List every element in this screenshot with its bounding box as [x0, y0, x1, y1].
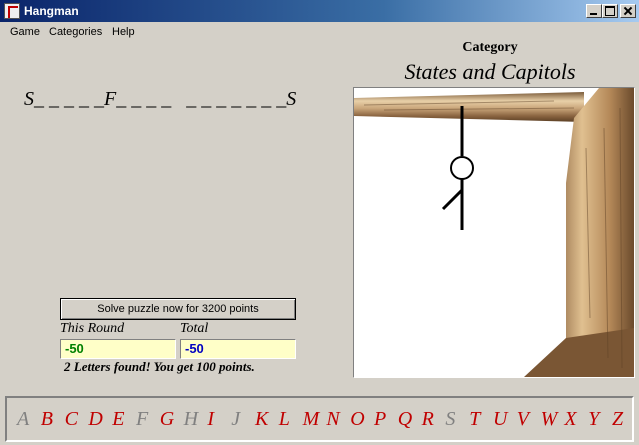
minimize-button[interactable]	[586, 4, 602, 18]
letter-z-button[interactable]: Z	[612, 408, 623, 431]
letter-d-button[interactable]: D	[88, 408, 102, 431]
title-bar: Hangman	[0, 0, 639, 22]
close-button[interactable]	[620, 4, 636, 18]
maximize-button[interactable]	[602, 4, 618, 18]
letter-t-button[interactable]: T	[469, 408, 480, 431]
letter-v-button[interactable]: V	[517, 408, 529, 431]
puzzle-display: S_ _ _ _ _F_ _ _ _ _ _ _ _ _ _ _S	[24, 88, 297, 110]
letter-y-button[interactable]: Y	[588, 408, 599, 431]
solve-puzzle-button[interactable]: Solve puzzle now for 3200 points	[60, 298, 296, 320]
letter-p-button[interactable]: P	[374, 408, 386, 431]
letter-r-button[interactable]: R	[422, 408, 434, 431]
letter-f-button: F	[136, 408, 149, 430]
app-icon	[4, 3, 20, 19]
category-label: Category	[462, 40, 518, 55]
letter-j-button: J	[231, 408, 241, 430]
letter-h-button: H	[183, 408, 199, 430]
letter-o-button[interactable]: O	[350, 408, 364, 431]
letter-k-button[interactable]: K	[255, 408, 268, 431]
letter-w-button[interactable]: W	[541, 408, 558, 431]
letter-e-button[interactable]: E	[112, 408, 124, 431]
round-score-field: -50	[60, 339, 176, 359]
gallows-panel	[353, 87, 635, 378]
letter-g-button[interactable]: G	[160, 408, 174, 431]
letter-a-button: A	[17, 408, 30, 430]
gallows-drawing	[354, 88, 634, 377]
status-message: 2 Letters found! You get 100 points.	[64, 359, 255, 374]
letter-q-button[interactable]: Q	[398, 408, 412, 431]
category-name: States and Capitols	[404, 59, 576, 84]
letter-c-button[interactable]: C	[65, 408, 78, 431]
letter-i-button[interactable]: I	[207, 408, 214, 431]
hangman-head	[450, 156, 474, 180]
letter-n-button[interactable]: N	[326, 408, 339, 431]
letter-l-button[interactable]: L	[279, 408, 290, 431]
menu-help[interactable]: Help	[112, 26, 135, 38]
menu-game[interactable]: Game	[10, 26, 40, 38]
gallows-beam	[354, 92, 584, 122]
total-score-label: Total	[180, 321, 209, 336]
letter-u-button[interactable]: U	[493, 408, 507, 431]
round-score-label: This Round	[60, 321, 125, 336]
hangman-left-arm	[441, 188, 464, 211]
total-score-field: -50	[180, 339, 296, 359]
alphabet-panel: ABCDEFGHIJKLMNOPQRSTUVWXYZ	[5, 396, 634, 442]
letter-b-button[interactable]: B	[41, 408, 53, 431]
menu-categories[interactable]: Categories	[49, 26, 102, 38]
menu-bar: Game Categories Help	[0, 22, 639, 42]
letter-m-button[interactable]: M	[303, 408, 320, 431]
letter-s-button: S	[445, 408, 456, 430]
window-title: Hangman	[24, 4, 79, 18]
letter-x-button[interactable]: X	[564, 408, 576, 431]
